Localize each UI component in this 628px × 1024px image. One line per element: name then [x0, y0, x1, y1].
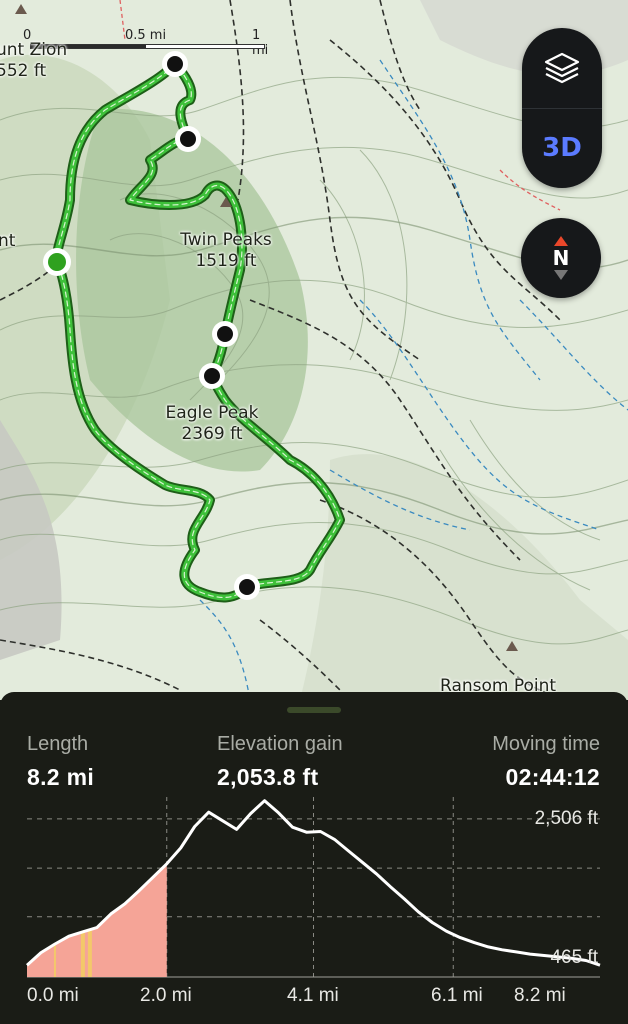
stat-length: Length 8.2 mi — [27, 732, 94, 792]
stat-length-value: 8.2 mi — [27, 764, 95, 790]
x-tick-label: 4.1 mi — [287, 985, 339, 1006]
twin-peaks-name: Twin Peaks — [180, 230, 272, 250]
waypoint-marker-bar — [80, 931, 85, 977]
map-label-left-partial: nt — [0, 231, 16, 251]
y-tick-label-min: 465 ft — [550, 947, 598, 968]
highlighted-area — [27, 863, 167, 977]
stat-length-label: Length — [27, 733, 89, 755]
layers-icon — [544, 52, 580, 84]
compass-label: N — [552, 246, 570, 270]
peak-icon — [15, 4, 27, 14]
x-tick-label: 0.0 mi — [27, 985, 79, 1006]
compass-north-arrow-icon — [554, 236, 568, 246]
stat-elevation-gain-label: Elevation gain — [217, 733, 343, 755]
eagle-peak-name: Eagle Peak — [165, 403, 259, 423]
eagle-peak-elevation: 2369 ft — [181, 424, 243, 444]
map-controls: 3D — [522, 28, 602, 188]
scale-half-label: 0.5 mi — [125, 28, 167, 43]
x-tick-label: 6.1 mi — [431, 985, 483, 1006]
map-view[interactable]: 0 0.5 mi 1 mi unt Zion 552 ft nt Twin Pe… — [0, 0, 628, 700]
stat-moving-time-value: 02:44:12 — [505, 764, 600, 790]
map-label-eagle-peak: Eagle Peak 2369 ft — [150, 403, 274, 445]
mount-zion-elevation: 552 ft — [0, 61, 47, 81]
waypoint-marker-bar — [87, 929, 92, 977]
x-tick-label: 8.2 mi — [514, 985, 566, 1006]
waypoint-marker-bar — [53, 944, 56, 977]
twin-peaks-elevation: 1519 ft — [195, 251, 257, 271]
map-label-twin-peaks: Twin Peaks 1519 ft — [164, 230, 288, 272]
scale-one-label: 1 mi — [252, 28, 269, 58]
compass-south-arrow-icon — [554, 270, 568, 280]
layers-button[interactable] — [522, 28, 602, 108]
3d-toggle-button[interactable]: 3D — [522, 108, 602, 188]
stat-elevation-gain-value: 2,053.8 ft — [217, 764, 319, 790]
compass-button[interactable]: N — [521, 218, 601, 298]
stat-moving-time-label: Moving time — [492, 733, 600, 755]
stat-elevation-gain: Elevation gain 2,053.8 ft — [217, 732, 343, 792]
x-tick-label: 2.0 mi — [140, 985, 192, 1006]
stat-moving-time: Moving time 02:44:12 — [492, 732, 600, 792]
y-tick-label-max: 2,506 ft — [534, 808, 598, 829]
mount-zion-name: unt Zion — [0, 40, 68, 60]
map-label-mount-zion: unt Zion 552 ft — [0, 40, 67, 82]
sheet-drag-handle[interactable] — [287, 707, 341, 713]
